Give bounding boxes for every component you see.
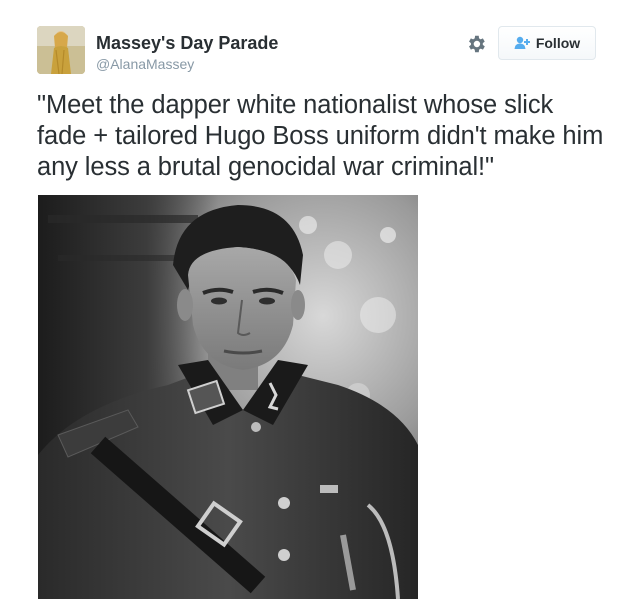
follow-label: Follow (535, 35, 581, 51)
author-handle[interactable]: @AlanaMassey (96, 56, 194, 72)
tweet-photo[interactable] (38, 195, 418, 599)
author-avatar[interactable] (37, 26, 85, 74)
gear-icon[interactable] (465, 33, 487, 55)
author-name[interactable]: Massey's Day Parade (96, 33, 278, 54)
tweet-text: "Meet the dapper white nationalist whose… (37, 91, 604, 181)
add-user-icon (514, 36, 530, 50)
tweet-card: Massey's Day Parade @AlanaMassey Follow … (0, 0, 634, 607)
follow-button[interactable]: Follow (498, 26, 596, 60)
